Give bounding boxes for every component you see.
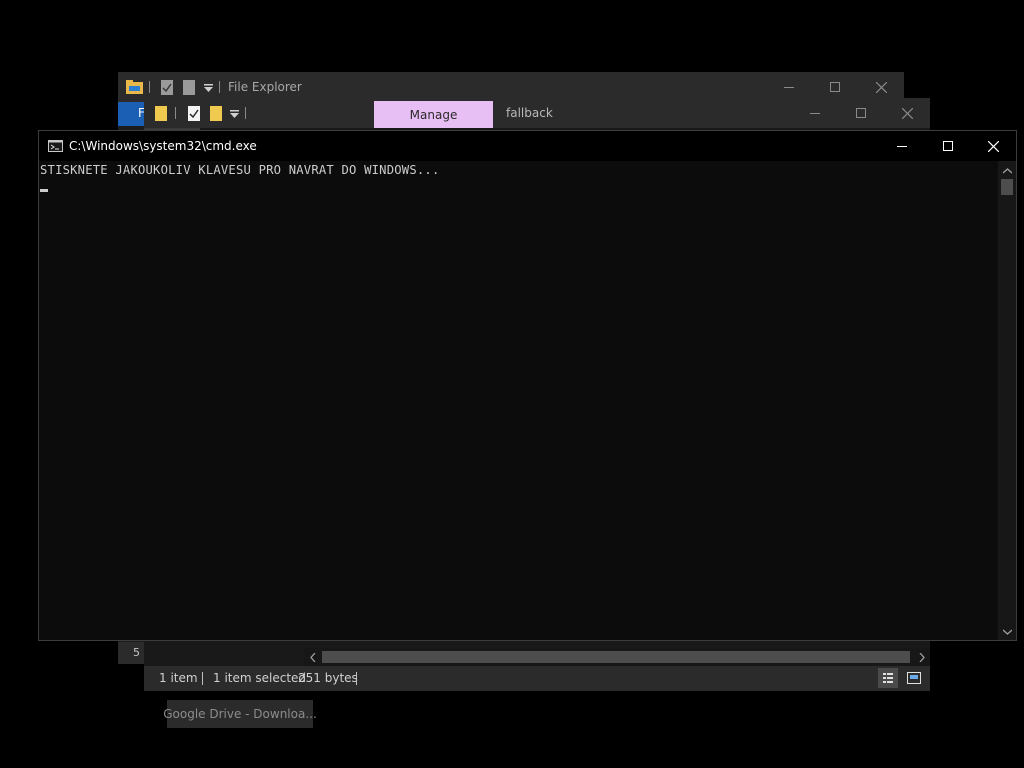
scroll-right-button[interactable] [913,648,930,666]
close-button[interactable] [970,131,1016,161]
file-explorer-icon [126,80,144,95]
separator [149,81,150,93]
close-icon [875,81,887,93]
close-button[interactable] [884,98,930,128]
close-icon [987,140,999,152]
new-folder-icon[interactable] [210,106,222,121]
explorer-statusbar: 1 item 1 item selected 251 bytes [144,666,930,691]
chevron-down-icon [1002,629,1012,635]
status-separator [202,672,203,685]
details-view-icon [883,672,893,684]
minimize-icon [810,112,820,114]
scroll-up-button[interactable] [998,163,1016,179]
separator [219,81,220,93]
details-view-button[interactable] [878,668,898,688]
explorer-front-titlebar[interactable]: Manage fallback [144,98,930,128]
minimize-button[interactable] [879,131,925,161]
chevron-right-icon [919,652,925,662]
vertical-scrollbar[interactable] [998,161,1016,640]
cmd-titlebar[interactable]: C:\Windows\system32\cmd.exe [39,131,1016,161]
window-title: File Explorer [228,80,302,94]
maximize-icon [830,82,840,92]
chevron-left-icon [309,652,316,662]
minimize-button[interactable] [792,98,838,128]
text-cursor [40,189,48,192]
minimize-icon [897,145,907,147]
cmd-app-icon[interactable] [48,140,63,152]
window-title: C:\Windows\system32\cmd.exe [69,139,257,153]
item-count-text: 1 item [159,671,198,685]
console-output[interactable]: STISKNETE JAKOUKOLIV KLAVESU PRO NAVRAT … [39,161,998,640]
maximize-button[interactable] [838,98,884,128]
customize-quick-access-icon[interactable] [230,110,239,118]
new-folder-icon[interactable] [183,80,195,95]
chevron-up-icon [1002,168,1012,174]
separator [245,107,246,119]
vertical-scroll-thumb[interactable] [1001,179,1013,195]
scroll-down-button[interactable] [998,624,1016,640]
selection-size-text: 251 bytes [298,671,358,685]
large-icons-view-icon [907,672,921,684]
separator [175,107,176,119]
close-icon [901,107,913,119]
folder-icon [155,106,167,121]
maximize-icon [943,141,953,151]
console-line: STISKNETE JAKOUKOLIV KLAVESU PRO NAVRAT … [40,163,440,177]
cmd-window: C:\Windows\system32\cmd.exe STISKNETE JA… [38,130,1017,641]
taskbar-preview-google-drive[interactable]: Google Drive - Downloa... [163,700,317,728]
horizontal-scrollbar[interactable] [304,648,930,666]
maximize-button[interactable] [925,131,971,161]
large-icons-view-button[interactable] [904,668,924,688]
properties-icon[interactable] [161,80,173,95]
minimize-icon [784,86,794,88]
maximize-icon [856,108,866,118]
customize-quick-access-icon[interactable] [204,84,213,92]
horizontal-scroll-thumb[interactable] [322,651,910,663]
status-separator [356,672,357,685]
selection-text: 1 item selected [213,671,307,685]
properties-icon[interactable] [188,106,200,121]
window-title: fallback [506,106,553,120]
scroll-left-button[interactable] [304,648,321,666]
manage-tab[interactable]: Manage [374,101,493,128]
